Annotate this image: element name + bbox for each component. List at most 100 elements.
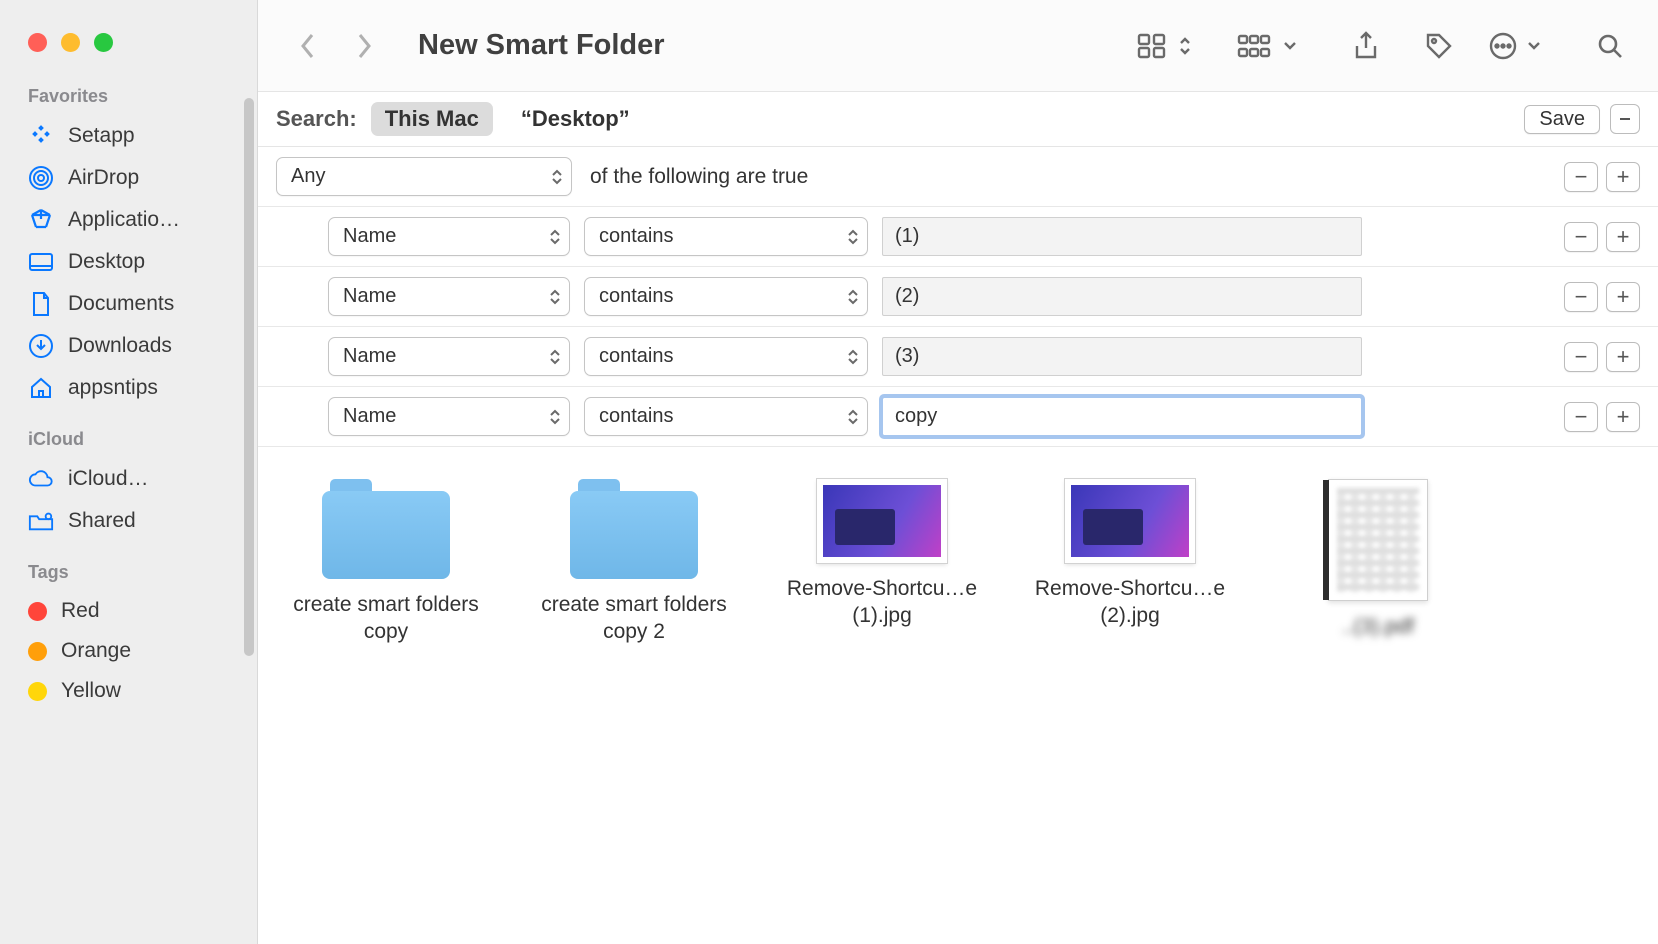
sidebar-item-home[interactable]: appsntips [0,367,257,409]
sidebar-item-label: Setapp [68,124,135,148]
sidebar-item-desktop[interactable]: Desktop [0,241,257,283]
save-smart-folder-button[interactable]: Save [1524,105,1600,134]
sidebar-item-airdrop[interactable]: AirDrop [0,157,257,199]
rule-row: Name contains −+ [258,267,1658,327]
select-value: contains [599,405,674,428]
scope-desktop[interactable]: “Desktop” [507,102,644,136]
chevron-updown-icon [847,229,859,245]
sidebar-tag-red[interactable]: Red [0,591,257,631]
rule-attribute-select[interactable]: Name [328,217,570,256]
sidebar-item-label: Shared [68,509,136,533]
sidebar-tag-label: Yellow [61,679,121,703]
sidebar-item-label: Downloads [68,334,172,358]
window-title: New Smart Folder [418,29,665,62]
sidebar-item-setapp[interactable]: Setapp [0,115,257,157]
view-icons-button[interactable] [1136,31,1192,61]
sidebar-item-downloads[interactable]: Downloads [0,325,257,367]
rule-value-input[interactable] [882,397,1362,436]
file-name-label: create smart folders copy 2 [534,591,734,646]
rule-root-row: Any of the following are true − + [258,147,1658,207]
sidebar-section-favorites: Favorites [0,80,257,115]
rule-operator-select[interactable]: contains [584,277,868,316]
pdf-thumbnail [1328,479,1428,601]
remove-rule-button[interactable]: − [1564,282,1598,312]
close-window-button[interactable] [28,33,47,52]
search-scope-bar: Search: This Mac “Desktop” Save [258,92,1658,147]
add-rule-button[interactable]: + [1606,342,1640,372]
sidebar-scrollbar[interactable] [244,98,254,656]
chevron-updown-icon [549,409,561,425]
sidebar-item-shared[interactable]: Shared [0,500,257,542]
main-content: New Smart Folder [258,0,1658,944]
rule-attribute-select[interactable]: Name [328,337,570,376]
chevron-updown-icon [847,349,859,365]
select-value: contains [599,225,674,248]
back-button[interactable] [290,28,326,64]
folder-icon [570,479,698,579]
forward-button[interactable] [346,28,382,64]
rule-operator-select[interactable]: contains [584,217,868,256]
tag-color-dot [28,682,47,701]
rule-operator-select[interactable]: contains [584,397,868,436]
sidebar-item-applications[interactable]: Applicatio… [0,199,257,241]
minimize-window-button[interactable] [61,33,80,52]
rule-row: Name contains −+ [258,387,1658,447]
remove-search-button[interactable] [1610,104,1640,134]
rule-suffix-text: of the following are true [590,165,808,189]
remove-rule-button[interactable]: − [1564,162,1598,192]
chevron-updown-icon [551,169,563,185]
airdrop-icon [28,165,54,191]
toolbar: New Smart Folder [258,0,1658,92]
rule-attribute-select[interactable]: Name [328,277,570,316]
rule-value-input[interactable] [882,277,1362,316]
desktop-icon [28,249,54,275]
rule-operator-select[interactable]: contains [584,337,868,376]
chevron-updown-icon [549,349,561,365]
folder-icon [322,479,450,579]
documents-icon [28,291,54,317]
sidebar-tag-yellow[interactable]: Yellow [0,671,257,711]
select-value: Name [343,345,396,368]
rule-value-input[interactable] [882,337,1362,376]
sidebar-item-label: AirDrop [68,166,139,190]
file-name-label: ..(3).pdf [1342,613,1414,640]
add-rule-button[interactable]: + [1606,222,1640,252]
file-item[interactable]: Remove-Shortcu…e (1).jpg [782,479,982,646]
fullscreen-window-button[interactable] [94,33,113,52]
file-item[interactable]: create smart folders copy [286,479,486,646]
sidebar-item-label: appsntips [68,376,158,400]
chevron-updown-icon [847,289,859,305]
add-rule-button[interactable]: + [1606,402,1640,432]
chevron-updown-icon [549,229,561,245]
file-item[interactable]: ..(3).pdf [1278,479,1478,646]
file-item[interactable]: create smart folders copy 2 [534,479,734,646]
sidebar-item-label: Documents [68,292,174,316]
window-controls [0,18,257,80]
rule-value-input[interactable] [882,217,1362,256]
tags-button[interactable] [1414,31,1464,61]
chevron-down-icon [1282,40,1298,52]
sidebar-item-documents[interactable]: Documents [0,283,257,325]
search-label: Search: [276,106,357,132]
scope-this-mac[interactable]: This Mac [371,102,493,136]
sidebar-tag-orange[interactable]: Orange [0,631,257,671]
rule-match-select[interactable]: Any [276,157,572,196]
rule-row: Name contains −+ [258,207,1658,267]
add-rule-button[interactable]: + [1606,282,1640,312]
more-actions-button[interactable] [1488,31,1542,61]
remove-rule-button[interactable]: − [1564,222,1598,252]
file-name-label: create smart folders copy [286,591,486,646]
remove-rule-button[interactable]: − [1564,402,1598,432]
chevron-updown-icon [1178,35,1192,57]
chevron-updown-icon [847,409,859,425]
rule-attribute-select[interactable]: Name [328,397,570,436]
chevron-updown-icon [549,289,561,305]
file-item[interactable]: Remove-Shortcu…e (2).jpg [1030,479,1230,646]
remove-rule-button[interactable]: − [1564,342,1598,372]
select-value: Any [291,165,325,188]
search-button[interactable] [1586,32,1634,60]
sidebar-item-icloud-drive[interactable]: iCloud… [0,458,257,500]
add-rule-button[interactable]: + [1606,162,1640,192]
group-by-button[interactable] [1236,31,1298,61]
share-button[interactable] [1342,30,1390,62]
